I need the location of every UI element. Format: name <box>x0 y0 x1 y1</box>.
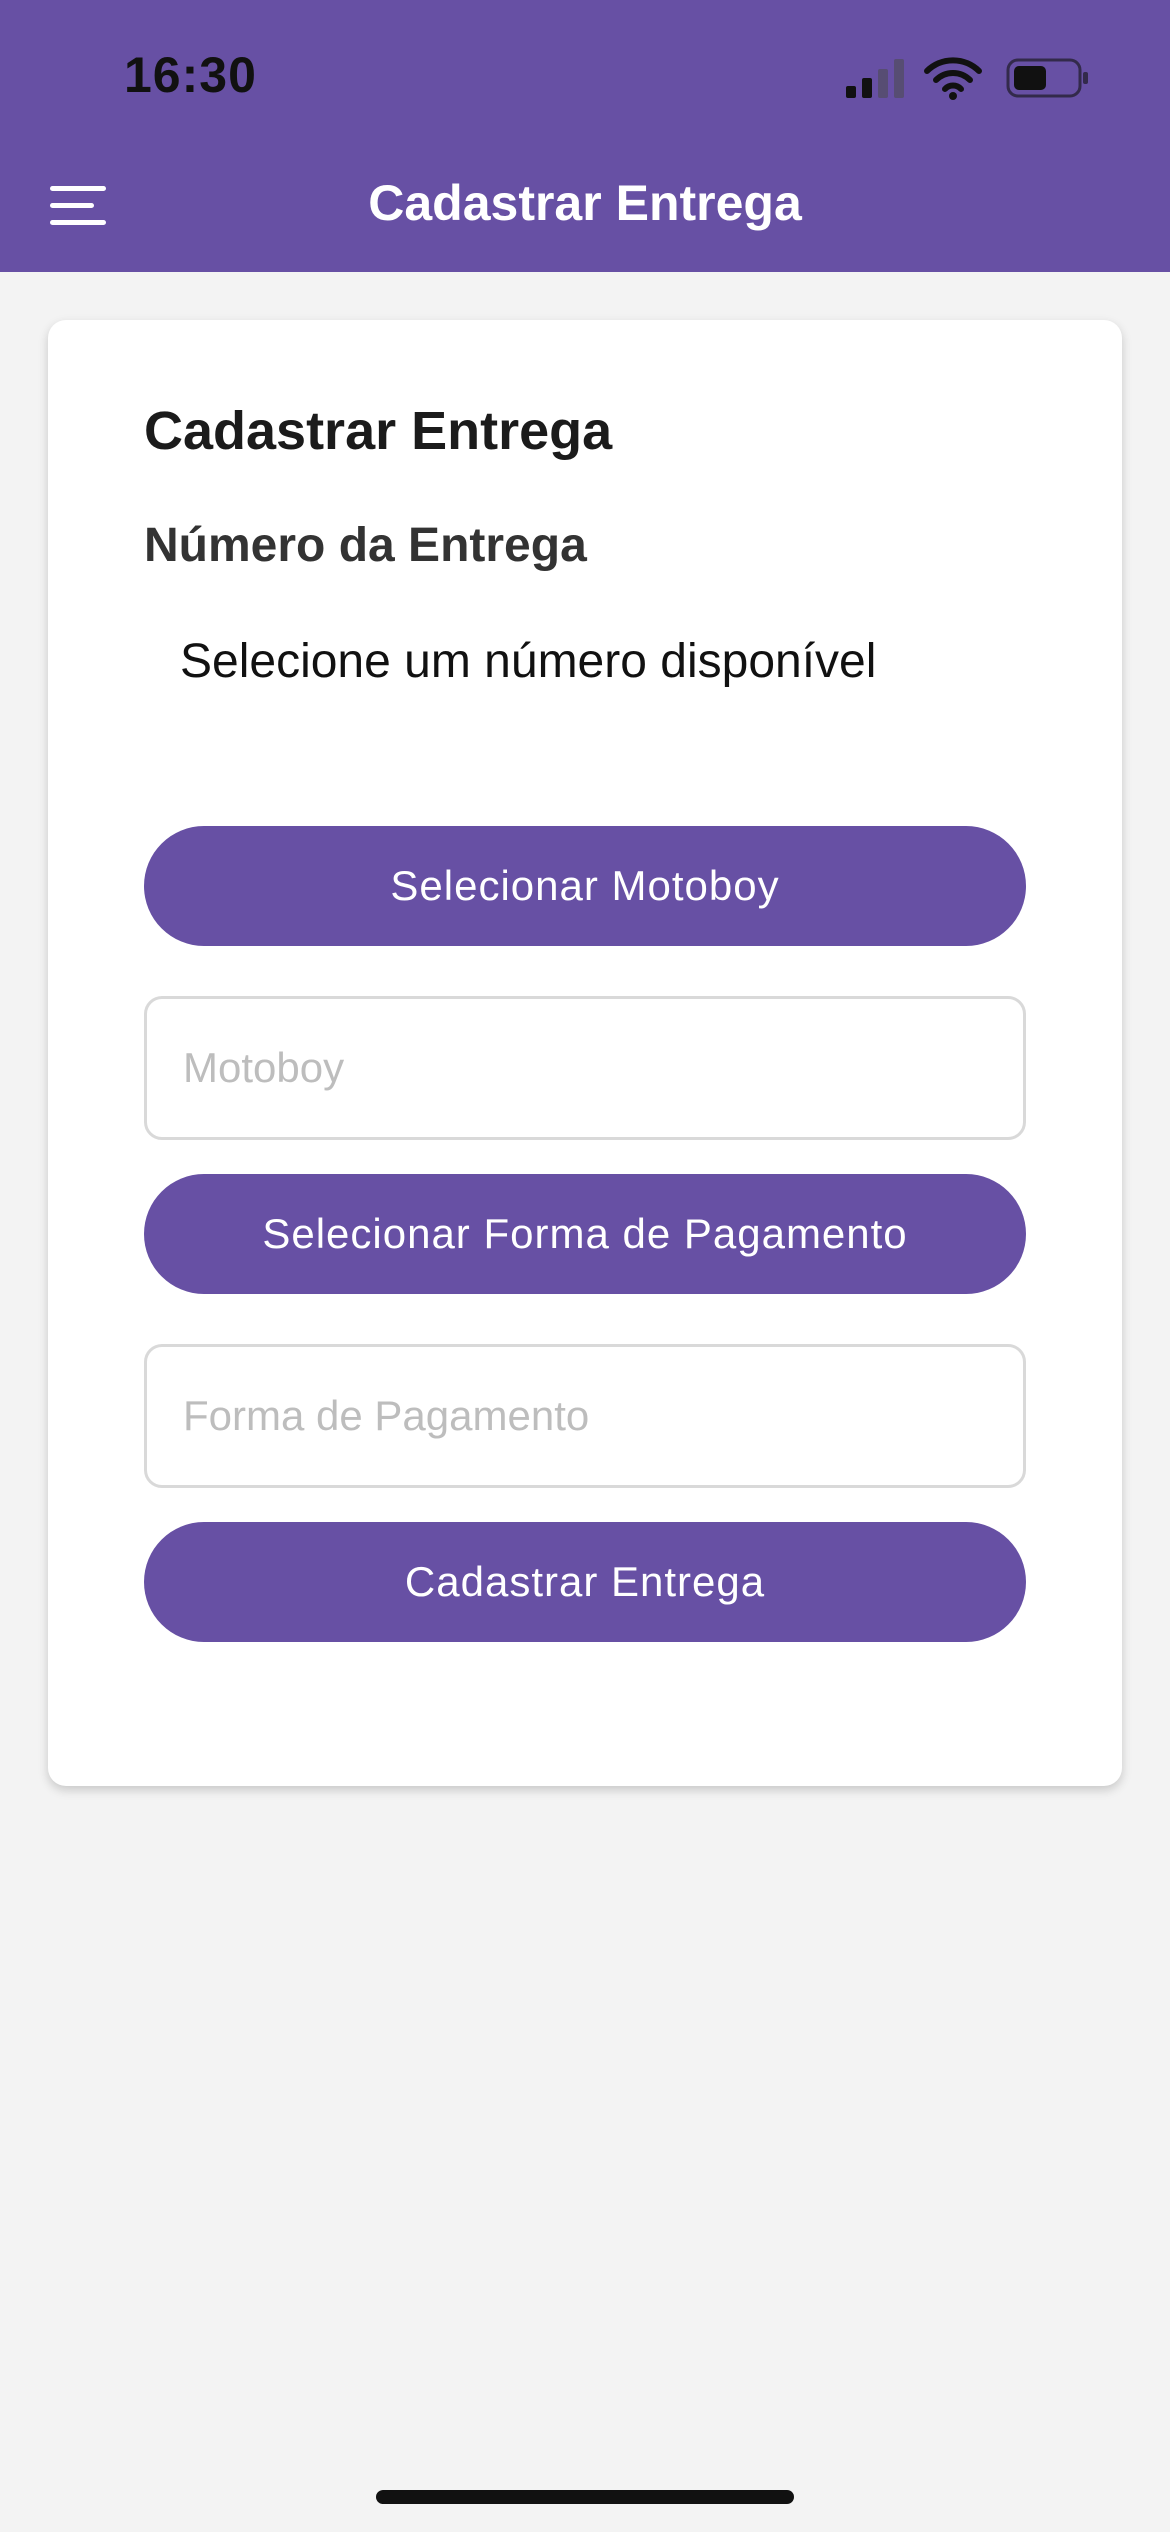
home-indicator <box>376 2490 794 2504</box>
app-header: 16:30 Cadastrar Entrega <box>0 0 1170 272</box>
form-card: Cadastrar Entrega Número da Entrega Sele… <box>48 320 1122 1786</box>
motoboy-field[interactable] <box>144 996 1026 1140</box>
status-time: 16:30 <box>124 47 257 103</box>
select-payment-button[interactable]: Selecionar Forma de Pagamento <box>144 1174 1026 1294</box>
wifi-icon <box>924 57 982 100</box>
payment-method-field[interactable] <box>144 1344 1026 1488</box>
submit-delivery-button[interactable]: Cadastrar Entrega <box>144 1522 1026 1642</box>
signal-icon <box>846 59 904 98</box>
form-title: Cadastrar Entrega <box>144 401 613 461</box>
select-motoboy-button[interactable]: Selecionar Motoboy <box>144 826 1026 946</box>
page-title: Cadastrar Entrega <box>368 175 802 231</box>
delivery-number-label: Número da Entrega <box>144 519 587 572</box>
battery-icon <box>1006 58 1088 98</box>
delivery-number-select[interactable]: Selecione um número disponível <box>180 634 876 689</box>
